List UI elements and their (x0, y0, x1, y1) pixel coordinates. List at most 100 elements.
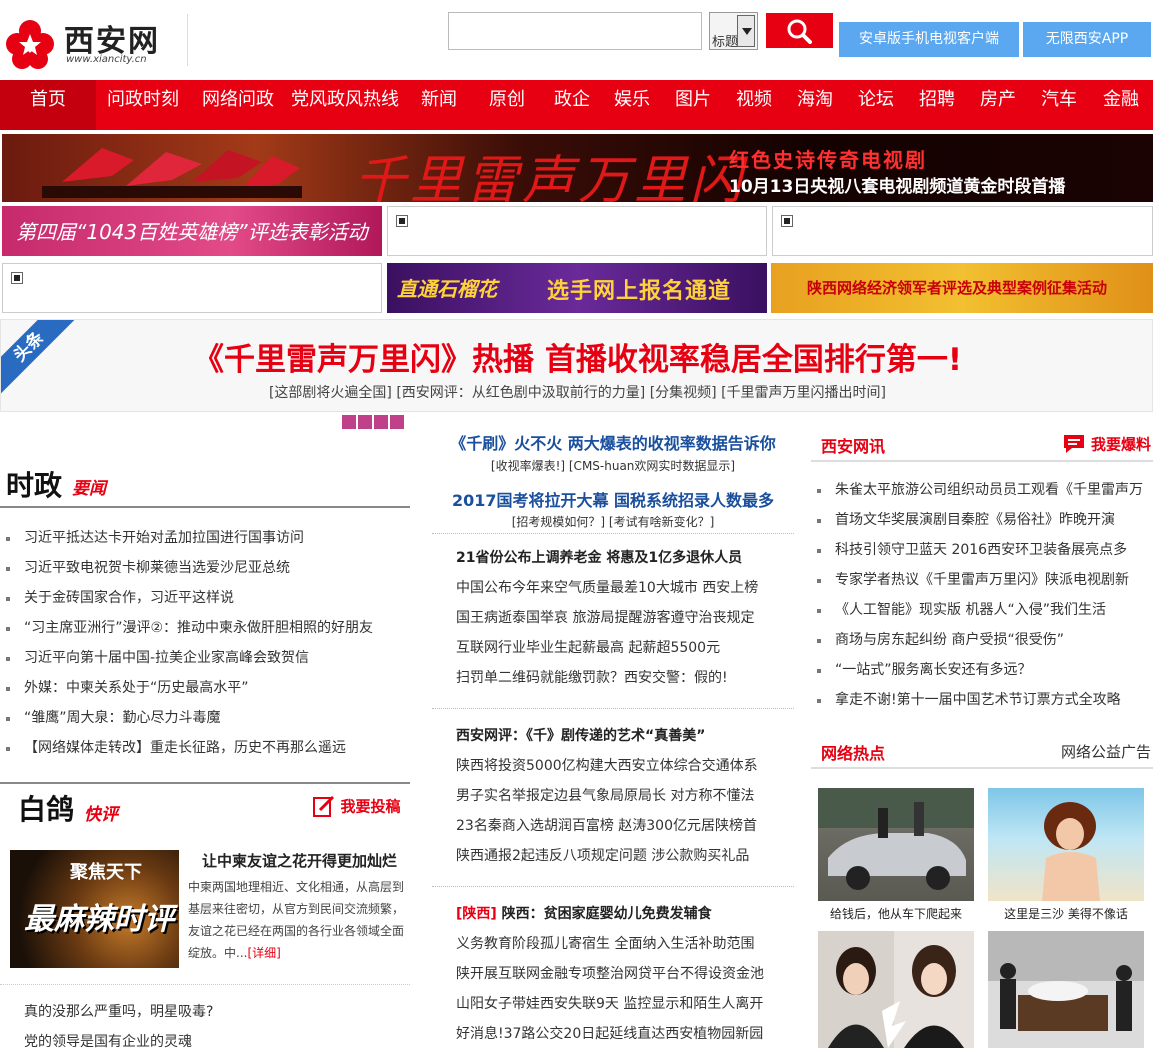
promo-slot[interactable] (387, 206, 767, 256)
list-item[interactable]: 男子实名举报定边县气象局原局长 对方称不懂法 (432, 781, 794, 811)
divider (432, 708, 794, 709)
search-input[interactable] (448, 12, 702, 50)
nav-news[interactable]: 新闻 (421, 80, 457, 130)
list-item[interactable]: [陕西] 陕西：贫困家庭婴幼儿免费发辅食 (432, 899, 794, 929)
promo-slot[interactable] (2, 263, 382, 313)
list-item[interactable]: 拿走不谢!第十一届中国艺术节订票方式全攻略 (811, 685, 1153, 715)
kuaiping-article-body: 中柬两国地理相近、文化相通，从高层到基层来往密切，从官方到民间交流频繁，友谊之花… (188, 876, 408, 964)
list-item[interactable]: 真的没那么严重吗，明星吸毒? (2, 997, 412, 1027)
site-logo[interactable]: 西安网 www.xiancity.cn (2, 14, 188, 69)
middle-sublinks-1[interactable]: [收视率爆表!] [CMS-huan欢网实时数据显示] (432, 457, 794, 474)
slider-dot[interactable] (342, 415, 356, 429)
nav-haitao[interactable]: 海淘 (797, 80, 833, 130)
photo-celebrities[interactable] (818, 931, 974, 1048)
list-item[interactable]: 首场文华奖展演剧目秦腔《易俗社》昨晚开演 (811, 505, 1153, 535)
nav-wangluo-wenzheng[interactable]: 网络问政 (202, 80, 274, 130)
slider-dot[interactable] (390, 415, 404, 429)
middle-headline-2[interactable]: 2017国考将拉开大幕 国税系统招录人数最多 (432, 487, 794, 511)
list-item[interactable]: 党的领导是国有企业的灵魂 (2, 1027, 412, 1048)
list-item[interactable]: 陕西通报2起违反八项规定问题 涉公款购买礼品 (432, 841, 794, 871)
chat-bubble-icon (1064, 435, 1085, 453)
list-item[interactable]: 陕西将投资5000亿构建大西安立体综合交通体系 (432, 751, 794, 781)
list-item[interactable]: 陕开展互联网金融专项整治网贷平台不得设资金池 (432, 959, 794, 989)
drama-banner[interactable]: 千里雷声万里闪 红色史诗传奇电视剧 10月13日央视八套电视剧频道黄金时段首播 (2, 134, 1153, 202)
slider-dot[interactable] (374, 415, 388, 429)
android-tv-client-button[interactable]: 安卓版手机电视客户端 (839, 22, 1019, 57)
chevron-down-icon (737, 15, 755, 47)
slider-dot[interactable] (358, 415, 372, 429)
list-item[interactable]: 外媒：中柬关系处于“历史最高水平” (0, 673, 410, 703)
list-item[interactable]: 专家学者热议《千里雷声万里闪》陕派电视剧新 (811, 565, 1153, 595)
nav-jobs[interactable]: 招聘 (919, 80, 955, 130)
list-item[interactable]: 国王病逝泰国举哀 旅游局提醒游客遵守治丧规定 (432, 603, 794, 633)
kuaiping-article-title[interactable]: 让中柬友谊之花开得更加灿烂 (202, 850, 397, 871)
nav-wenzheng-shike[interactable]: 问政时刻 (107, 80, 179, 130)
list-item[interactable]: 商场与房东起纠纷 商户受损“很受伤” (811, 625, 1153, 655)
xian-news-title: 西安网讯 (821, 437, 886, 456)
list-item[interactable]: 科技引领守卫蓝天 2016西安环卫装备展亮点多 (811, 535, 1153, 565)
nav-finance[interactable]: 金融 (1103, 80, 1139, 130)
list-item[interactable]: 《人工智能》现实版 机器人“入侵”我们生活 (811, 595, 1153, 625)
list-item[interactable]: 朱雀太平旅游公司组织动员员工观看《千里雷声万 (811, 475, 1153, 505)
contribute-link[interactable]: 我要投稿 (312, 794, 400, 818)
nav-video[interactable]: 视频 (736, 80, 772, 130)
hero-list-promo[interactable]: 第四届“1043百姓英雄榜”评选表彰活动 (2, 206, 382, 256)
public-ads-link[interactable]: 网络公益广告 (1061, 741, 1151, 762)
list-item[interactable]: 习近平向第十届中国-拉美企业家高峰会致贺信 (0, 643, 410, 673)
list-item[interactable]: 山阳女子带娃西安失联9天 监控显示和陌生人离开 (432, 989, 794, 1019)
broken-image-icon (781, 215, 793, 227)
photo-caption[interactable]: 这里是三沙 美得不像话 (988, 905, 1144, 922)
nav-entertainment[interactable]: 娱乐 (614, 80, 650, 130)
nav-pictures[interactable]: 图片 (675, 80, 711, 130)
list-item[interactable]: 扫罚单二维码就能缴罚款？西安交警：假的! (432, 663, 794, 693)
headline-links[interactable]: [这部剧将火遍全国] [西安网评：从红色剧中汲取前行的力量] [分集视频] [千… (1, 382, 1152, 402)
list-item[interactable]: 23名秦商入选胡润百富榜 赵涛300亿元居陕榜首 (432, 811, 794, 841)
photo-sansha[interactable] (988, 788, 1144, 901)
nav-home[interactable]: 首页 (0, 80, 96, 130)
search-type-select[interactable]: 标题 (709, 12, 758, 50)
nav-forum[interactable]: 论坛 (858, 80, 894, 130)
promo-slot[interactable] (772, 206, 1153, 256)
hero-list-promo-text: 第四届“1043百姓英雄榜”评选表彰活动 (16, 220, 368, 244)
kuaiping-image-line2: 最麻辣时评 (24, 902, 174, 937)
list-item[interactable]: 习近平抵达达卡开始对孟加拉国进行国事访问 (0, 523, 410, 553)
banner-title: 千里雷声万里闪 (354, 151, 747, 202)
list-item[interactable]: “习主席亚洲行”漫评②：推动中柬永做肝胆相照的好朋友 (0, 613, 410, 643)
logo-flower-icon (6, 20, 54, 69)
nav-realestate[interactable]: 房产 (980, 80, 1016, 130)
broken-image-icon (396, 215, 408, 227)
nav-zhengqi[interactable]: 政企 (554, 80, 590, 130)
registration-channel-promo[interactable]: 直通石榴花 选手网上报名通道 (387, 263, 767, 313)
nav-dangfeng-hotline[interactable]: 党风政风热线 (291, 80, 399, 130)
list-item[interactable]: 关于金砖国家合作，习近平这样说 (0, 583, 410, 613)
xian-news-header: 西安网讯 我要爆料 (811, 430, 1153, 462)
list-item[interactable]: 21省份公布上调养老金 将惠及1亿多退休人员 (432, 543, 794, 573)
search-icon (787, 19, 812, 44)
list-item[interactable]: 互联网行业毕业生起薪最高 起薪超5500元 (432, 633, 794, 663)
nav-auto[interactable]: 汽车 (1041, 80, 1077, 130)
list-item[interactable]: 西安网评：《千》剧传递的艺术“真善美” (432, 721, 794, 751)
list-item[interactable]: 习近平致电祝贺卡柳莱德当选爱沙尼亚总统 (0, 553, 410, 583)
list-item[interactable]: “一站式”服务离长安还有多远？ (811, 655, 1153, 685)
middle-headline-1[interactable]: 《千刷》火不火 两大爆表的收视率数据告诉你 (432, 430, 794, 454)
list-item[interactable]: 中国公布今年来空气质量最差10大城市 西安上榜 (432, 573, 794, 603)
funeral-photo (988, 931, 1144, 1031)
contribute-label: 我要投稿 (340, 797, 401, 816)
photo-accident[interactable] (818, 788, 974, 901)
nav-original[interactable]: 原创 (489, 80, 525, 130)
photo-funeral[interactable] (988, 931, 1144, 1048)
car-photo (818, 788, 974, 890)
list-item[interactable]: 义务教育阶段孤儿寄宿生 全面纳入生活补助范围 (432, 929, 794, 959)
list-item[interactable]: 【网络媒体走转改】重走长征路，历史不再那么遥远 (0, 733, 410, 763)
detail-link[interactable]: [详细] (247, 946, 280, 960)
middle-sublinks-2[interactable]: [招考规模如何？] [考试有啥新变化？] (432, 513, 794, 530)
list-item[interactable]: “雏鹰”周大泉：勤心尽力斗毒魔 (0, 703, 410, 733)
search-button[interactable] (766, 13, 833, 48)
headline-title[interactable]: 《千里雷声万里闪》热播 首播收视率稳居全国排行第一! (1, 334, 1152, 379)
baoliao-link[interactable]: 我要爆料 (1062, 433, 1151, 455)
kuaiping-image[interactable]: 聚焦天下 最麻辣时评 (10, 850, 179, 968)
wuxian-xian-app-button[interactable]: 无限西安APP (1023, 22, 1151, 57)
economy-leaders-promo[interactable]: 陕西网络经济领军者评选及典型案例征集活动 (771, 263, 1153, 313)
photo-caption[interactable]: 给钱后，他从车下爬起来 (818, 905, 974, 922)
list-item[interactable]: 好消息!37路公交20日起延线直达西安植物园新园 (432, 1019, 794, 1048)
